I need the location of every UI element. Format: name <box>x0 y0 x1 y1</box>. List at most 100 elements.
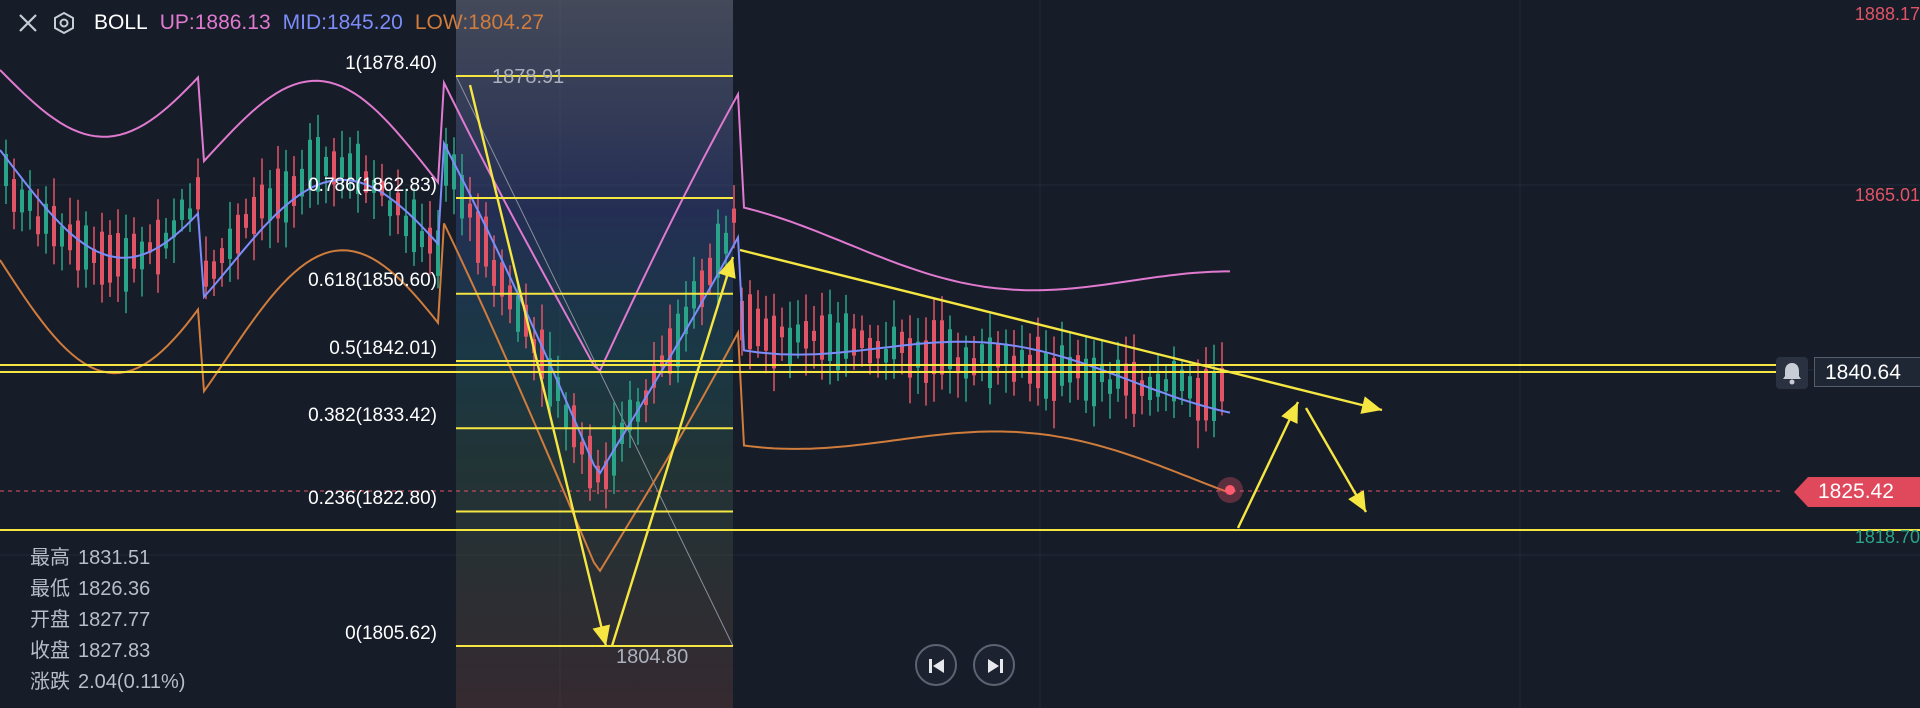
candle-body <box>900 331 904 353</box>
candle-body <box>892 326 896 360</box>
candle-body <box>572 405 576 448</box>
candle-body <box>20 189 24 213</box>
candle-body <box>980 344 984 364</box>
fib-level-label-0236: 0.236(1822.80) <box>308 488 437 509</box>
candle-body <box>588 435 592 489</box>
candle-body <box>188 208 192 220</box>
candle-body <box>780 326 784 338</box>
hexagon-settings-icon[interactable] <box>52 11 76 35</box>
bell-icon <box>1783 363 1801 385</box>
candle-body <box>860 330 864 348</box>
analysis-arrow-rise <box>1236 401 1300 529</box>
stat-close: 收盘 1827.83 <box>30 640 151 662</box>
candle-body <box>924 340 928 383</box>
analysis-arrow-fall-head <box>1348 490 1366 512</box>
chart-app: BOLL UP:1886.13 MID:1845.20 LOW:1804.27 … <box>0 0 1920 708</box>
candle-body <box>260 184 264 219</box>
candle-body <box>84 225 88 270</box>
candle-body <box>1132 361 1136 414</box>
candle-body <box>252 196 256 234</box>
candle-body <box>580 441 584 455</box>
candlestick-chart[interactable] <box>0 0 1920 708</box>
candle-body <box>868 337 872 364</box>
price-axis-label-top: 1888.17 <box>1854 4 1920 24</box>
price-axis-label-mid: 1865.01 <box>1854 185 1920 205</box>
candle-body <box>28 190 32 211</box>
boll-mid-value: MID:1845.20 <box>282 11 403 34</box>
candle-body <box>412 199 416 253</box>
candle-body <box>940 320 944 375</box>
candle-body <box>1108 379 1112 394</box>
candle-body <box>1044 352 1048 399</box>
candle-body <box>804 321 808 349</box>
boll-upper-value: UP:1886.13 <box>159 11 271 34</box>
candle-body <box>180 199 184 220</box>
skip-back-button[interactable] <box>915 644 957 686</box>
alert-price-badge[interactable]: 1840.64 <box>1814 357 1920 387</box>
stat-change: 涨跌 2.04(0.11%) <box>30 671 186 693</box>
candle-body <box>244 214 248 228</box>
candle-body <box>1188 376 1192 399</box>
fib-level-label-1: 1(1878.40) <box>345 53 437 74</box>
candle-body <box>204 260 208 287</box>
price-alert-button[interactable] <box>1776 357 1808 389</box>
close-icon[interactable] <box>16 11 40 35</box>
stat-open: 开盘 1827.77 <box>30 609 151 631</box>
candle-body <box>1196 377 1200 421</box>
candle-body <box>876 341 880 359</box>
stat-low: 最低 1826.36 <box>30 578 151 600</box>
candle-body <box>124 238 128 292</box>
candle-body <box>108 234 112 283</box>
candle-body <box>76 220 80 271</box>
candle-body <box>228 228 232 259</box>
fib-level-label-05: 0.5(1842.01) <box>329 338 437 359</box>
candle-body <box>748 294 752 350</box>
candle-body <box>812 330 816 341</box>
candle-body <box>884 349 888 363</box>
current-price-dot <box>1225 485 1235 495</box>
candle-body <box>964 347 968 379</box>
candle-body <box>564 404 568 429</box>
candle-body <box>788 327 792 364</box>
candle-body <box>1204 369 1208 421</box>
skip-forward-button[interactable] <box>973 644 1015 686</box>
skip-back-icon <box>929 659 944 673</box>
high-extreme-label: 1878.91 <box>492 66 565 88</box>
candle-body <box>476 211 480 263</box>
analysis-trendline-arrow-head <box>1360 396 1382 414</box>
candle-body <box>36 216 40 235</box>
candle-body <box>692 281 696 309</box>
candle-body <box>508 285 512 310</box>
candle-body <box>1012 355 1016 382</box>
indicator-toolbar: BOLL UP:1886.13 MID:1845.20 LOW:1804.27 <box>16 8 544 38</box>
candle-body <box>236 214 240 254</box>
candle-body <box>724 232 728 254</box>
candle-body <box>404 215 408 237</box>
candle-body <box>1164 379 1168 392</box>
candle-body <box>732 208 736 223</box>
candle-body <box>420 231 424 248</box>
candle-body <box>1068 356 1072 383</box>
candle-body <box>916 341 920 368</box>
candle-body <box>836 322 840 371</box>
current-price-badge: 1825.42 <box>1794 477 1920 507</box>
candle-body <box>932 320 936 375</box>
candle-body <box>284 171 288 223</box>
candle-body <box>268 188 272 221</box>
candle-body <box>756 308 760 347</box>
candle-body <box>988 337 992 389</box>
candle-body <box>1076 355 1080 379</box>
candle-body <box>1140 380 1144 396</box>
candle-body <box>500 262 504 297</box>
fib-level-label-0786: 0.786(1862.83) <box>308 175 437 196</box>
stat-high: 最高 1831.51 <box>30 547 151 569</box>
skip-forward-icon <box>988 659 1003 673</box>
candle-body <box>388 200 392 217</box>
candle-body <box>1212 371 1216 421</box>
candle-body <box>468 203 472 218</box>
candle-body <box>60 226 64 247</box>
candle-body <box>68 224 72 251</box>
candle-stats-panel: 最高 1831.51 最低 1826.36 开盘 1827.77 收盘 1827.83 … <box>30 543 185 698</box>
candle-body <box>1028 354 1032 384</box>
candle-body <box>1004 343 1008 366</box>
